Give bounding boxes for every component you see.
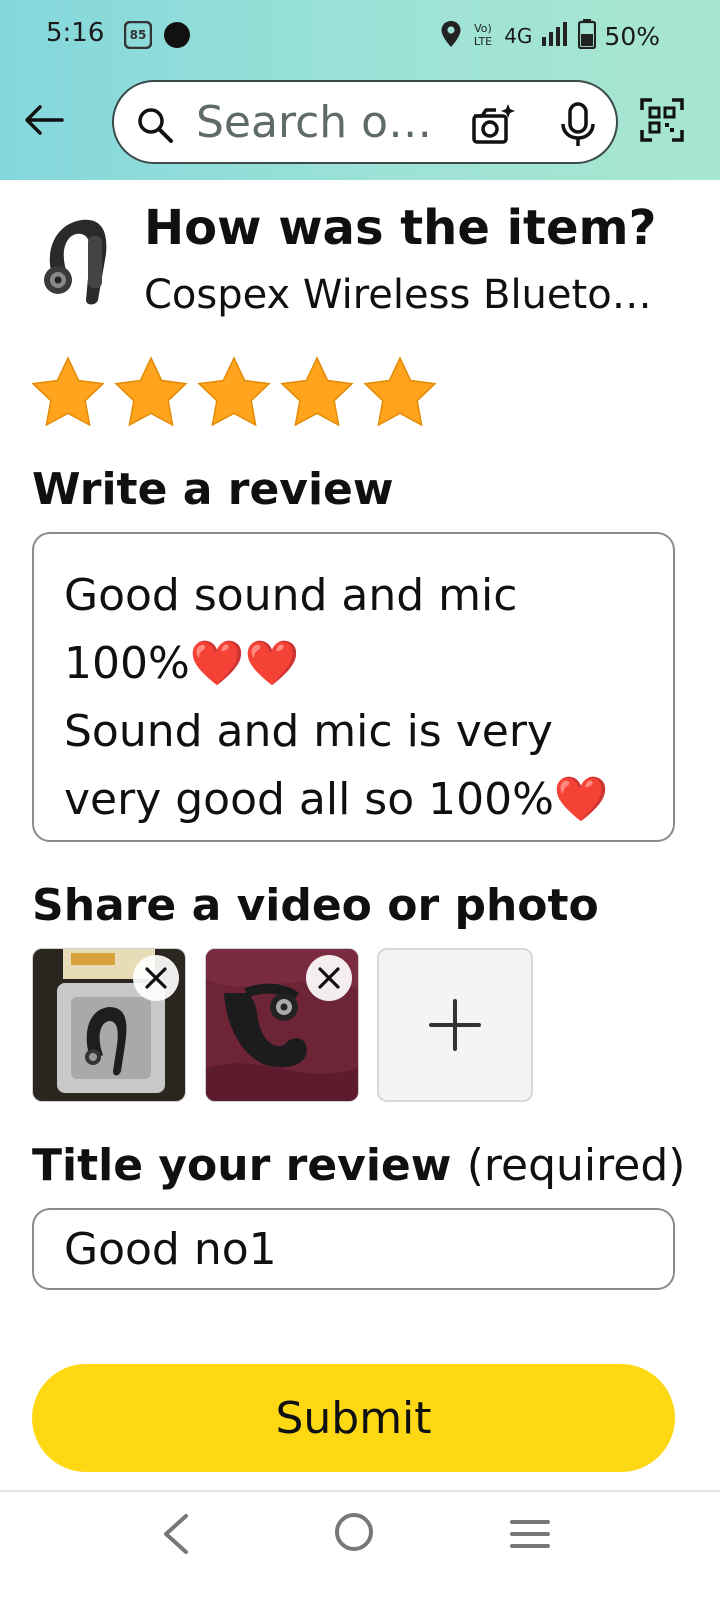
product-thumbnail [36, 214, 116, 306]
status-right-group: Vo) LTE 4G 50% [440, 18, 720, 54]
remove-photo-2-button[interactable] [306, 955, 352, 1001]
status-bar: 5:16 85 Vo) LTE 4G 50% [0, 0, 720, 72]
plus-icon [429, 999, 481, 1051]
status-dot-icon [164, 22, 190, 48]
svg-text:Vo): Vo) [474, 22, 492, 35]
camera-lens-icon[interactable] [470, 102, 516, 146]
app-header: 5:16 85 Vo) LTE 4G 50% [0, 0, 720, 180]
add-media-button[interactable] [377, 948, 533, 1102]
network-type: 4G [504, 24, 533, 48]
nav-menu-icon[interactable] [510, 1516, 550, 1552]
back-arrow-icon[interactable] [22, 98, 66, 142]
system-nav-bar [0, 1490, 720, 1602]
battery-percent: 50% [604, 21, 660, 51]
location-icon [440, 20, 462, 52]
svg-text:85: 85 [130, 28, 147, 42]
write-review-heading: Write a review [32, 464, 394, 515]
close-icon [145, 967, 167, 989]
star-2-icon[interactable] [113, 356, 189, 430]
page-title: How was the item? [144, 200, 657, 256]
required-note: (required) [466, 1140, 686, 1191]
search-icon [136, 106, 174, 144]
battery-icon [578, 19, 597, 53]
submit-button[interactable]: Submit [32, 1364, 675, 1472]
search-bar[interactable] [112, 80, 618, 164]
uploaded-photo-2[interactable] [205, 948, 359, 1102]
star-rating[interactable] [30, 356, 445, 430]
title-review-heading: Title your review (required) [32, 1140, 685, 1191]
nav-home-icon[interactable] [332, 1510, 376, 1554]
remove-photo-1-button[interactable] [133, 955, 179, 1001]
product-name: Cospex Wireless Bluetooth Headset [144, 272, 674, 318]
review-title-input[interactable] [32, 1208, 675, 1290]
uploaded-photo-1[interactable] [32, 948, 186, 1102]
star-4-icon[interactable] [279, 356, 355, 430]
share-media-heading: Share a video or photo [32, 880, 599, 931]
svg-text:LTE: LTE [474, 35, 492, 48]
nav-back-icon[interactable] [158, 1512, 194, 1556]
qr-scan-icon[interactable] [640, 98, 684, 142]
volte-icon: Vo) LTE [470, 20, 496, 52]
status-time: 5:16 [46, 18, 105, 48]
title-review-label: Title your review [32, 1140, 452, 1191]
star-3-icon[interactable] [196, 356, 272, 430]
app-notification-icon: 85 [123, 20, 153, 50]
close-icon [318, 967, 340, 989]
mic-icon[interactable] [558, 102, 598, 148]
signal-icon [540, 21, 570, 51]
star-5-icon[interactable] [362, 356, 438, 430]
star-1-icon[interactable] [30, 356, 106, 430]
review-textarea[interactable]: Good sound and mic 100%❤️❤️ Sound and mi… [32, 532, 675, 842]
search-input[interactable] [196, 94, 466, 150]
